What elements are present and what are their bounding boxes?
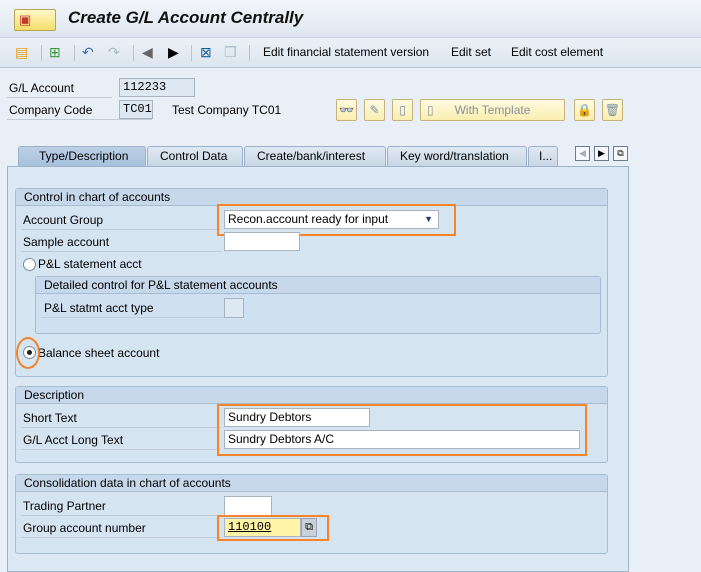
menu-icon: ▣ — [19, 12, 32, 27]
highlight-box — [217, 515, 329, 541]
menu-button[interactable]: ▣ — [14, 9, 56, 31]
edit-icon[interactable]: ✎ — [364, 99, 385, 121]
highlight-circle — [16, 337, 40, 369]
title-bar: ▣ Create G/L Account Centrally — [0, 0, 701, 38]
hierarchy-icon[interactable]: ⊞ — [49, 43, 61, 61]
page-title: Create G/L Account Centrally — [68, 8, 304, 27]
display-icon[interactable]: 👓 — [336, 99, 357, 121]
trading-partner-label: Trading Partner — [21, 496, 221, 516]
create-icon[interactable]: ▯ — [392, 99, 413, 121]
edit-fs-version-button[interactable]: Edit financial statement version — [263, 45, 429, 59]
print-icon[interactable]: ⊠ — [200, 43, 212, 61]
document-icon[interactable]: ❐ — [224, 43, 237, 61]
gl-account-field[interactable]: 112233 — [119, 78, 195, 97]
tab-type-description[interactable]: Type/Description — [18, 146, 146, 167]
tab-list-icon[interactable]: ⧉ — [613, 146, 628, 161]
tab-control-data[interactable]: Control Data — [147, 146, 243, 166]
edit-cost-element-button[interactable]: Edit cost element — [511, 45, 603, 59]
previous-icon[interactable]: ◀ — [142, 43, 153, 61]
edit-set-button[interactable]: Edit set — [451, 45, 491, 59]
pl-type-field[interactable] — [224, 298, 244, 318]
other-icon[interactable]: ▤ — [15, 43, 28, 61]
highlight-box — [217, 404, 587, 456]
long-text-label: G/L Acct Long Text — [21, 430, 221, 450]
balance-sheet-label: Balance sheet account — [38, 346, 160, 360]
group-title: Description — [16, 387, 607, 404]
scroll-right-icon[interactable]: ▶ — [594, 146, 609, 161]
sample-account-label: Sample account — [21, 232, 221, 252]
tab-more[interactable]: I... — [528, 146, 558, 166]
gl-account-label: G/L Account — [7, 78, 112, 98]
with-template-button[interactable]: ▯ With Template — [420, 99, 565, 121]
next-icon[interactable]: ▶ — [168, 43, 179, 61]
company-code-field[interactable]: TC01 — [119, 100, 153, 119]
application-toolbar: ▤ ⊞ ↶ ↷ ◀ ▶ ⊠ ❐ Edit financial statement… — [0, 38, 701, 68]
lock-icon[interactable]: 🔒 — [574, 99, 595, 121]
short-text-label: Short Text — [21, 408, 221, 428]
account-group-label: Account Group — [21, 210, 221, 230]
company-name: Test Company TC01 — [172, 103, 282, 117]
redo-icon[interactable]: ↷ — [108, 43, 120, 61]
pl-statement-label: P&L statement acct — [38, 257, 142, 271]
template-icon: ▯ — [427, 103, 434, 117]
tab-key-word-translation[interactable]: Key word/translation — [387, 146, 527, 166]
trading-partner-field[interactable] — [224, 496, 272, 516]
sample-account-field[interactable] — [224, 232, 300, 251]
pl-statement-radio[interactable] — [23, 258, 36, 271]
pl-type-label: P&L statmt acct type — [42, 298, 225, 318]
delete-icon[interactable]: 🗑 — [602, 99, 623, 121]
group-title: Consolidation data in chart of accounts — [16, 475, 607, 492]
tab-create-bank-interest[interactable]: Create/bank/interest — [244, 146, 386, 166]
undo-icon[interactable]: ↶ — [82, 43, 94, 61]
group-account-label: Group account number — [21, 518, 221, 538]
group-title: Detailed control for P&L statement accou… — [36, 277, 600, 294]
scroll-left-icon[interactable]: ◀ — [575, 146, 590, 161]
